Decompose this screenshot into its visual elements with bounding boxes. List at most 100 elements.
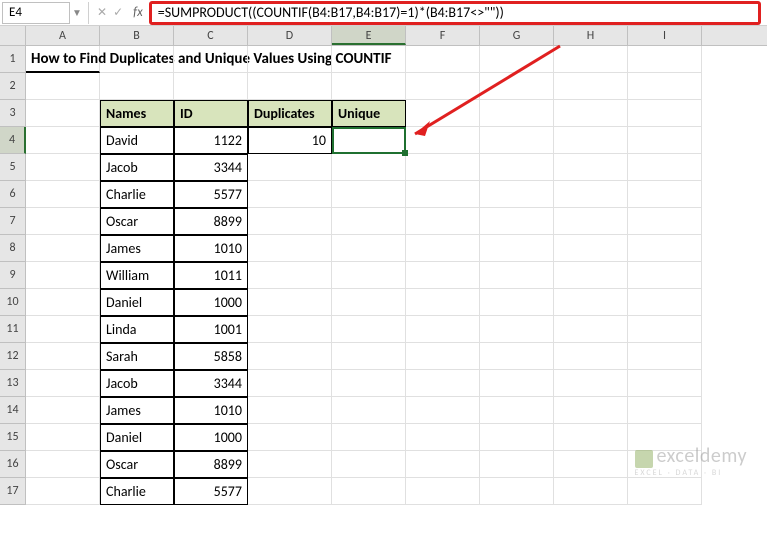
cell[interactable] (480, 73, 554, 100)
cell[interactable] (26, 316, 100, 343)
cell[interactable] (554, 262, 628, 289)
cell[interactable] (480, 397, 554, 424)
cell[interactable] (406, 235, 480, 262)
name-box-dropdown-icon[interactable]: ▼ (70, 6, 84, 19)
cell[interactable] (248, 451, 332, 478)
cell[interactable]: Jacob (100, 370, 174, 397)
cell[interactable] (332, 343, 406, 370)
col-header-I[interactable]: I (628, 26, 702, 45)
cell[interactable] (628, 262, 702, 289)
cell[interactable] (554, 154, 628, 181)
header-names[interactable]: Names (100, 100, 174, 127)
cell[interactable] (628, 316, 702, 343)
cell[interactable]: 3344 (174, 370, 248, 397)
row-header-16[interactable]: 16 (0, 451, 26, 478)
cell[interactable] (480, 127, 554, 154)
cell[interactable]: 5858 (174, 343, 248, 370)
cell[interactable]: 3344 (174, 154, 248, 181)
cell[interactable]: 1000 (174, 424, 248, 451)
cancel-icon[interactable]: ✕ (97, 5, 107, 20)
cell[interactable] (26, 100, 100, 127)
cell[interactable] (406, 46, 480, 73)
row-header-12[interactable]: 12 (0, 343, 26, 370)
cell[interactable]: 1001 (174, 316, 248, 343)
header-id[interactable]: ID (174, 100, 248, 127)
cell[interactable] (480, 370, 554, 397)
col-header-A[interactable]: A (26, 26, 100, 45)
cell[interactable] (554, 424, 628, 451)
cell[interactable] (248, 289, 332, 316)
row-header-3[interactable]: 3 (0, 100, 26, 127)
cell[interactable] (248, 73, 332, 100)
cell[interactable] (628, 370, 702, 397)
cell[interactable]: Charlie (100, 478, 174, 505)
cell[interactable] (248, 208, 332, 235)
cell[interactable] (332, 235, 406, 262)
row-header-7[interactable]: 7 (0, 208, 26, 235)
cell[interactable] (26, 397, 100, 424)
fx-icon[interactable]: fx (127, 5, 149, 20)
cell[interactable] (480, 451, 554, 478)
cell[interactable]: Linda (100, 316, 174, 343)
cell[interactable]: 5577 (174, 181, 248, 208)
cell[interactable] (406, 424, 480, 451)
cell[interactable] (554, 181, 628, 208)
cell[interactable] (100, 73, 174, 100)
cell[interactable] (406, 100, 480, 127)
cell[interactable] (248, 478, 332, 505)
row-header-17[interactable]: 17 (0, 478, 26, 505)
cell[interactable]: 1011 (174, 262, 248, 289)
cell[interactable] (480, 343, 554, 370)
col-header-B[interactable]: B (100, 26, 174, 45)
cell[interactable] (26, 451, 100, 478)
cell[interactable] (332, 424, 406, 451)
cell[interactable] (628, 73, 702, 100)
cell[interactable]: William (100, 262, 174, 289)
cell[interactable] (628, 100, 702, 127)
cell[interactable]: 8899 (174, 451, 248, 478)
cell[interactable] (406, 397, 480, 424)
cell[interactable]: 1010 (174, 397, 248, 424)
cell[interactable] (26, 73, 100, 100)
cell[interactable] (406, 316, 480, 343)
cell[interactable] (628, 181, 702, 208)
select-all-corner[interactable] (0, 26, 26, 45)
cell[interactable] (26, 154, 100, 181)
cell[interactable] (628, 46, 702, 73)
row-header-15[interactable]: 15 (0, 424, 26, 451)
cell[interactable] (628, 478, 702, 505)
cell[interactable]: 5577 (174, 478, 248, 505)
cell[interactable] (554, 100, 628, 127)
cell[interactable] (332, 289, 406, 316)
cell[interactable] (628, 208, 702, 235)
cell[interactable] (406, 289, 480, 316)
cell[interactable] (406, 208, 480, 235)
cell[interactable] (480, 154, 554, 181)
cell[interactable] (406, 181, 480, 208)
duplicates-value[interactable]: 10 (248, 127, 332, 154)
cell[interactable] (554, 451, 628, 478)
row-header-2[interactable]: 2 (0, 73, 26, 100)
cell[interactable] (406, 451, 480, 478)
col-header-E[interactable]: E (332, 26, 406, 45)
cell[interactable]: 1010 (174, 235, 248, 262)
cell[interactable] (248, 262, 332, 289)
cell[interactable] (26, 424, 100, 451)
cell[interactable] (26, 235, 100, 262)
row-header-8[interactable]: 8 (0, 235, 26, 262)
cell[interactable] (332, 370, 406, 397)
header-duplicates[interactable]: Duplicates (248, 100, 332, 127)
name-box[interactable]: E4 (2, 2, 70, 24)
cell[interactable] (248, 316, 332, 343)
cell[interactable] (554, 370, 628, 397)
cell[interactable] (554, 208, 628, 235)
cell[interactable] (332, 208, 406, 235)
cell[interactable] (100, 46, 174, 73)
cell[interactable] (480, 478, 554, 505)
cell[interactable] (332, 73, 406, 100)
cell[interactable] (406, 127, 480, 154)
cell[interactable] (628, 397, 702, 424)
cell[interactable] (554, 316, 628, 343)
cell[interactable] (554, 289, 628, 316)
cell[interactable] (480, 208, 554, 235)
